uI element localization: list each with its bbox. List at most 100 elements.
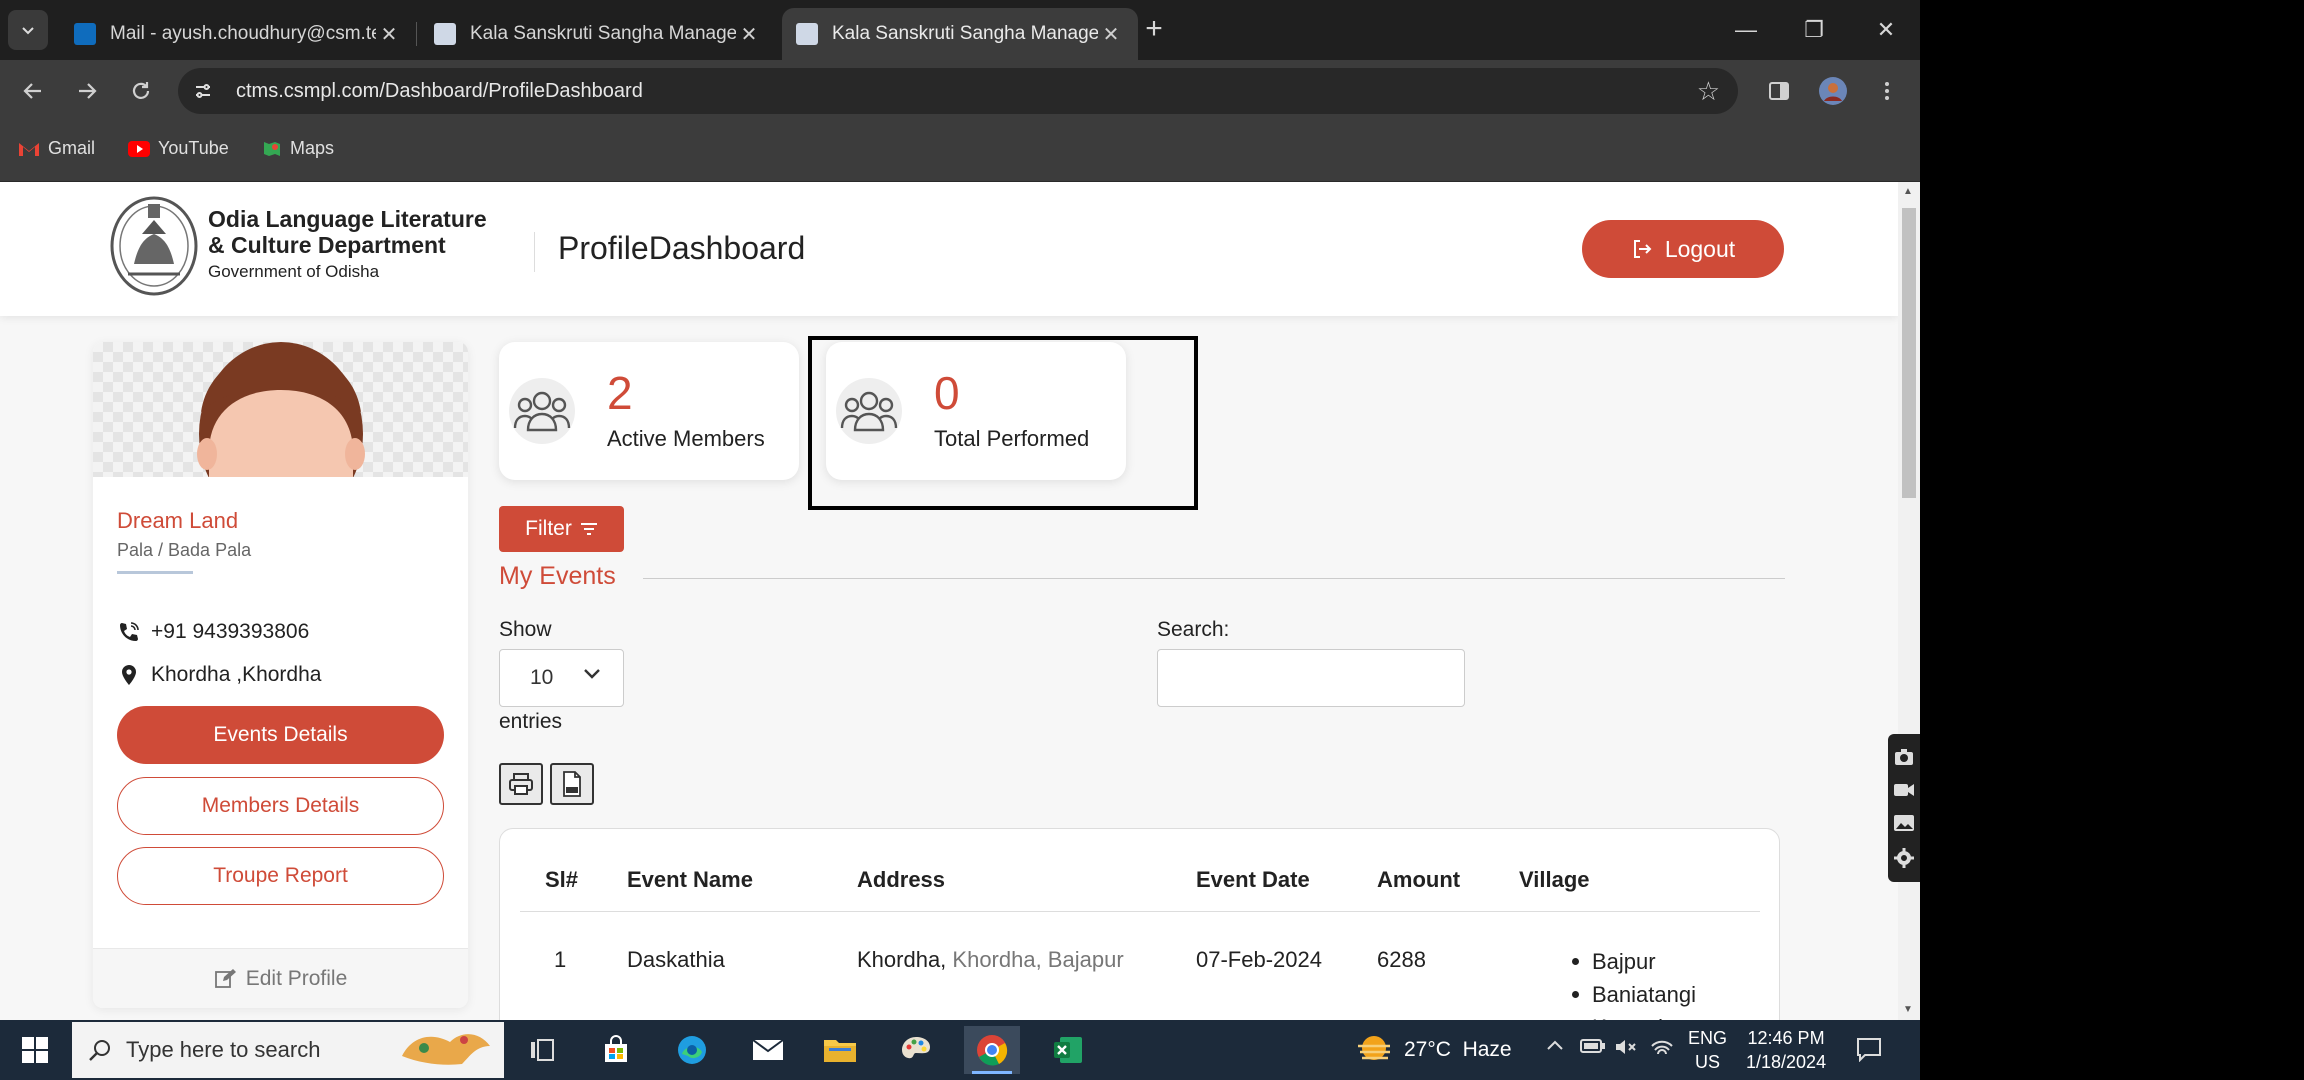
phone-number: +91 9439393806	[151, 620, 310, 643]
bookmark-label: Maps	[290, 138, 335, 158]
bookmark-youtube[interactable]: YouTube	[128, 138, 229, 159]
search-label: Search:	[1157, 618, 1230, 641]
scroll-down-arrow-icon[interactable]: ▼	[1903, 1004, 1913, 1015]
members-details-button[interactable]: Members Details	[117, 777, 444, 835]
camera-icon[interactable]	[1894, 748, 1914, 766]
print-button[interactable]	[499, 763, 543, 805]
browser-toolbar: ctms.csmpl.com/Dashboard/ProfileDashboar…	[0, 60, 1920, 122]
gear-icon[interactable]	[1894, 848, 1914, 868]
gallery-icon[interactable]	[1893, 814, 1915, 832]
arrow-right-icon	[79, 83, 97, 99]
cell-village-list: Bajpur Baniatangi Koranda	[1566, 945, 1696, 1020]
screen-capture-widget	[1888, 734, 1920, 882]
column-header-sl[interactable]: Sl#	[545, 867, 578, 893]
task-view-button[interactable]	[514, 1026, 570, 1074]
excel-button[interactable]	[1040, 1026, 1096, 1074]
tab-separator	[416, 22, 417, 46]
close-tab-icon[interactable]: ✕	[1098, 22, 1124, 47]
start-button[interactable]	[10, 1030, 60, 1070]
page-scrollbar[interactable]: ▲ ▼	[1898, 182, 1920, 1020]
tab-kala-2[interactable]: Kala Sanskruti Sangha Management ✕	[782, 8, 1138, 60]
search-icon	[89, 1040, 110, 1061]
show-label: Show	[499, 618, 552, 641]
avatar-icon	[1819, 77, 1847, 105]
paint-app-button[interactable]	[888, 1026, 944, 1074]
filter-lines-icon	[580, 523, 597, 535]
page-size-value: 10	[530, 666, 554, 689]
close-window-button[interactable]: ✕	[1862, 12, 1910, 48]
reload-button[interactable]	[124, 74, 158, 108]
speaker-muted-icon[interactable]	[1614, 1038, 1638, 1061]
village-item: Bajpur	[1566, 945, 1696, 978]
windows-logo-icon	[22, 1037, 48, 1063]
scrollbar-thumb[interactable]	[1902, 208, 1916, 498]
minimize-button[interactable]: —	[1722, 12, 1770, 48]
logout-button[interactable]: Logout	[1582, 220, 1784, 278]
browser-menu-button[interactable]	[1870, 74, 1904, 108]
dept-line-1: Odia Language Literature	[208, 206, 487, 232]
clock-date: 1/18/2024	[1746, 1052, 1827, 1072]
chrome-button[interactable]	[964, 1026, 1020, 1074]
back-button[interactable]	[16, 74, 50, 108]
notification-center-button[interactable]	[1856, 1036, 1882, 1067]
mail-app-button[interactable]	[740, 1026, 796, 1074]
edit-profile-button[interactable]: Edit Profile	[93, 948, 468, 1008]
tab-kala-1[interactable]: Kala Sanskruti Sangha Management ✕	[420, 8, 776, 60]
location-text: Khordha ,Khordha	[151, 663, 322, 686]
map-pin-icon	[117, 664, 141, 686]
column-header-amount[interactable]: Amount	[1377, 867, 1460, 893]
weather-widget[interactable]: 27°C Haze	[1356, 1034, 1512, 1066]
new-tab-button[interactable]: +	[1138, 14, 1170, 46]
tab-mail[interactable]: Mail - ayush.choudhury@csm.tech ✕	[60, 8, 416, 60]
logout-icon	[1633, 240, 1652, 258]
bookmark-star-icon[interactable]: ☆	[1697, 76, 1720, 107]
search-input[interactable]	[1157, 649, 1465, 707]
folder-icon	[824, 1040, 856, 1062]
tab-search-button[interactable]	[8, 10, 48, 50]
microsoft-store-button[interactable]	[588, 1026, 644, 1074]
column-header-event-date[interactable]: Event Date	[1196, 867, 1310, 893]
language-indicator[interactable]: ENG US	[1688, 1026, 1727, 1074]
events-details-button[interactable]: Events Details	[117, 706, 444, 764]
cell-event-date: 07-Feb-2024	[1196, 947, 1322, 972]
restore-button[interactable]: ❐	[1790, 12, 1838, 48]
phone-icon	[117, 621, 141, 643]
edge-button[interactable]	[664, 1026, 720, 1074]
forward-button[interactable]	[70, 74, 104, 108]
profile-avatar-button[interactable]	[1816, 74, 1850, 108]
bookmark-gmail[interactable]: Gmail	[18, 138, 95, 159]
column-header-event-name[interactable]: Event Name	[627, 867, 753, 893]
stat-label: Active Members	[607, 426, 765, 451]
side-panel-button[interactable]	[1762, 74, 1796, 108]
scroll-up-arrow-icon[interactable]: ▲	[1903, 186, 1913, 197]
cell-event-name: Daskathia	[627, 947, 725, 972]
highlight-annotation-box	[808, 336, 1198, 510]
weather-text: 27°C Haze	[1404, 1038, 1512, 1061]
close-tab-icon[interactable]: ✕	[736, 22, 762, 47]
chevron-down-icon	[584, 669, 600, 679]
page-size-select[interactable]: 10	[499, 649, 624, 707]
export-excel-button[interactable]	[550, 763, 594, 805]
youtube-icon	[128, 140, 150, 157]
column-header-village[interactable]: Village	[1519, 867, 1590, 893]
system-clock[interactable]: 12:46 PM 1/18/2024	[1746, 1026, 1826, 1074]
edit-icon	[214, 968, 236, 988]
battery-icon[interactable]	[1580, 1038, 1606, 1059]
video-camera-icon[interactable]	[1893, 782, 1915, 798]
show-hidden-icons-button[interactable]	[1546, 1038, 1564, 1056]
address-bar[interactable]: ctms.csmpl.com/Dashboard/ProfileDashboar…	[178, 68, 1738, 114]
bookmark-maps[interactable]: Maps	[262, 138, 334, 159]
taskbar-search-input[interactable]: Type here to search	[72, 1022, 504, 1078]
column-header-address[interactable]: Address	[857, 867, 945, 893]
store-icon	[605, 1035, 627, 1062]
task-view-icon	[531, 1039, 554, 1061]
file-explorer-button[interactable]	[812, 1026, 868, 1074]
wifi-icon[interactable]	[1650, 1038, 1674, 1063]
close-tab-icon[interactable]: ✕	[376, 22, 402, 47]
troupe-report-button[interactable]: Troupe Report	[117, 847, 444, 905]
page-icon	[796, 23, 818, 45]
village-item: Koranda	[1566, 1011, 1696, 1020]
keyboard-layout: US	[1695, 1052, 1721, 1072]
filter-button[interactable]: Filter	[499, 506, 624, 552]
site-info-icon[interactable]	[190, 78, 216, 104]
